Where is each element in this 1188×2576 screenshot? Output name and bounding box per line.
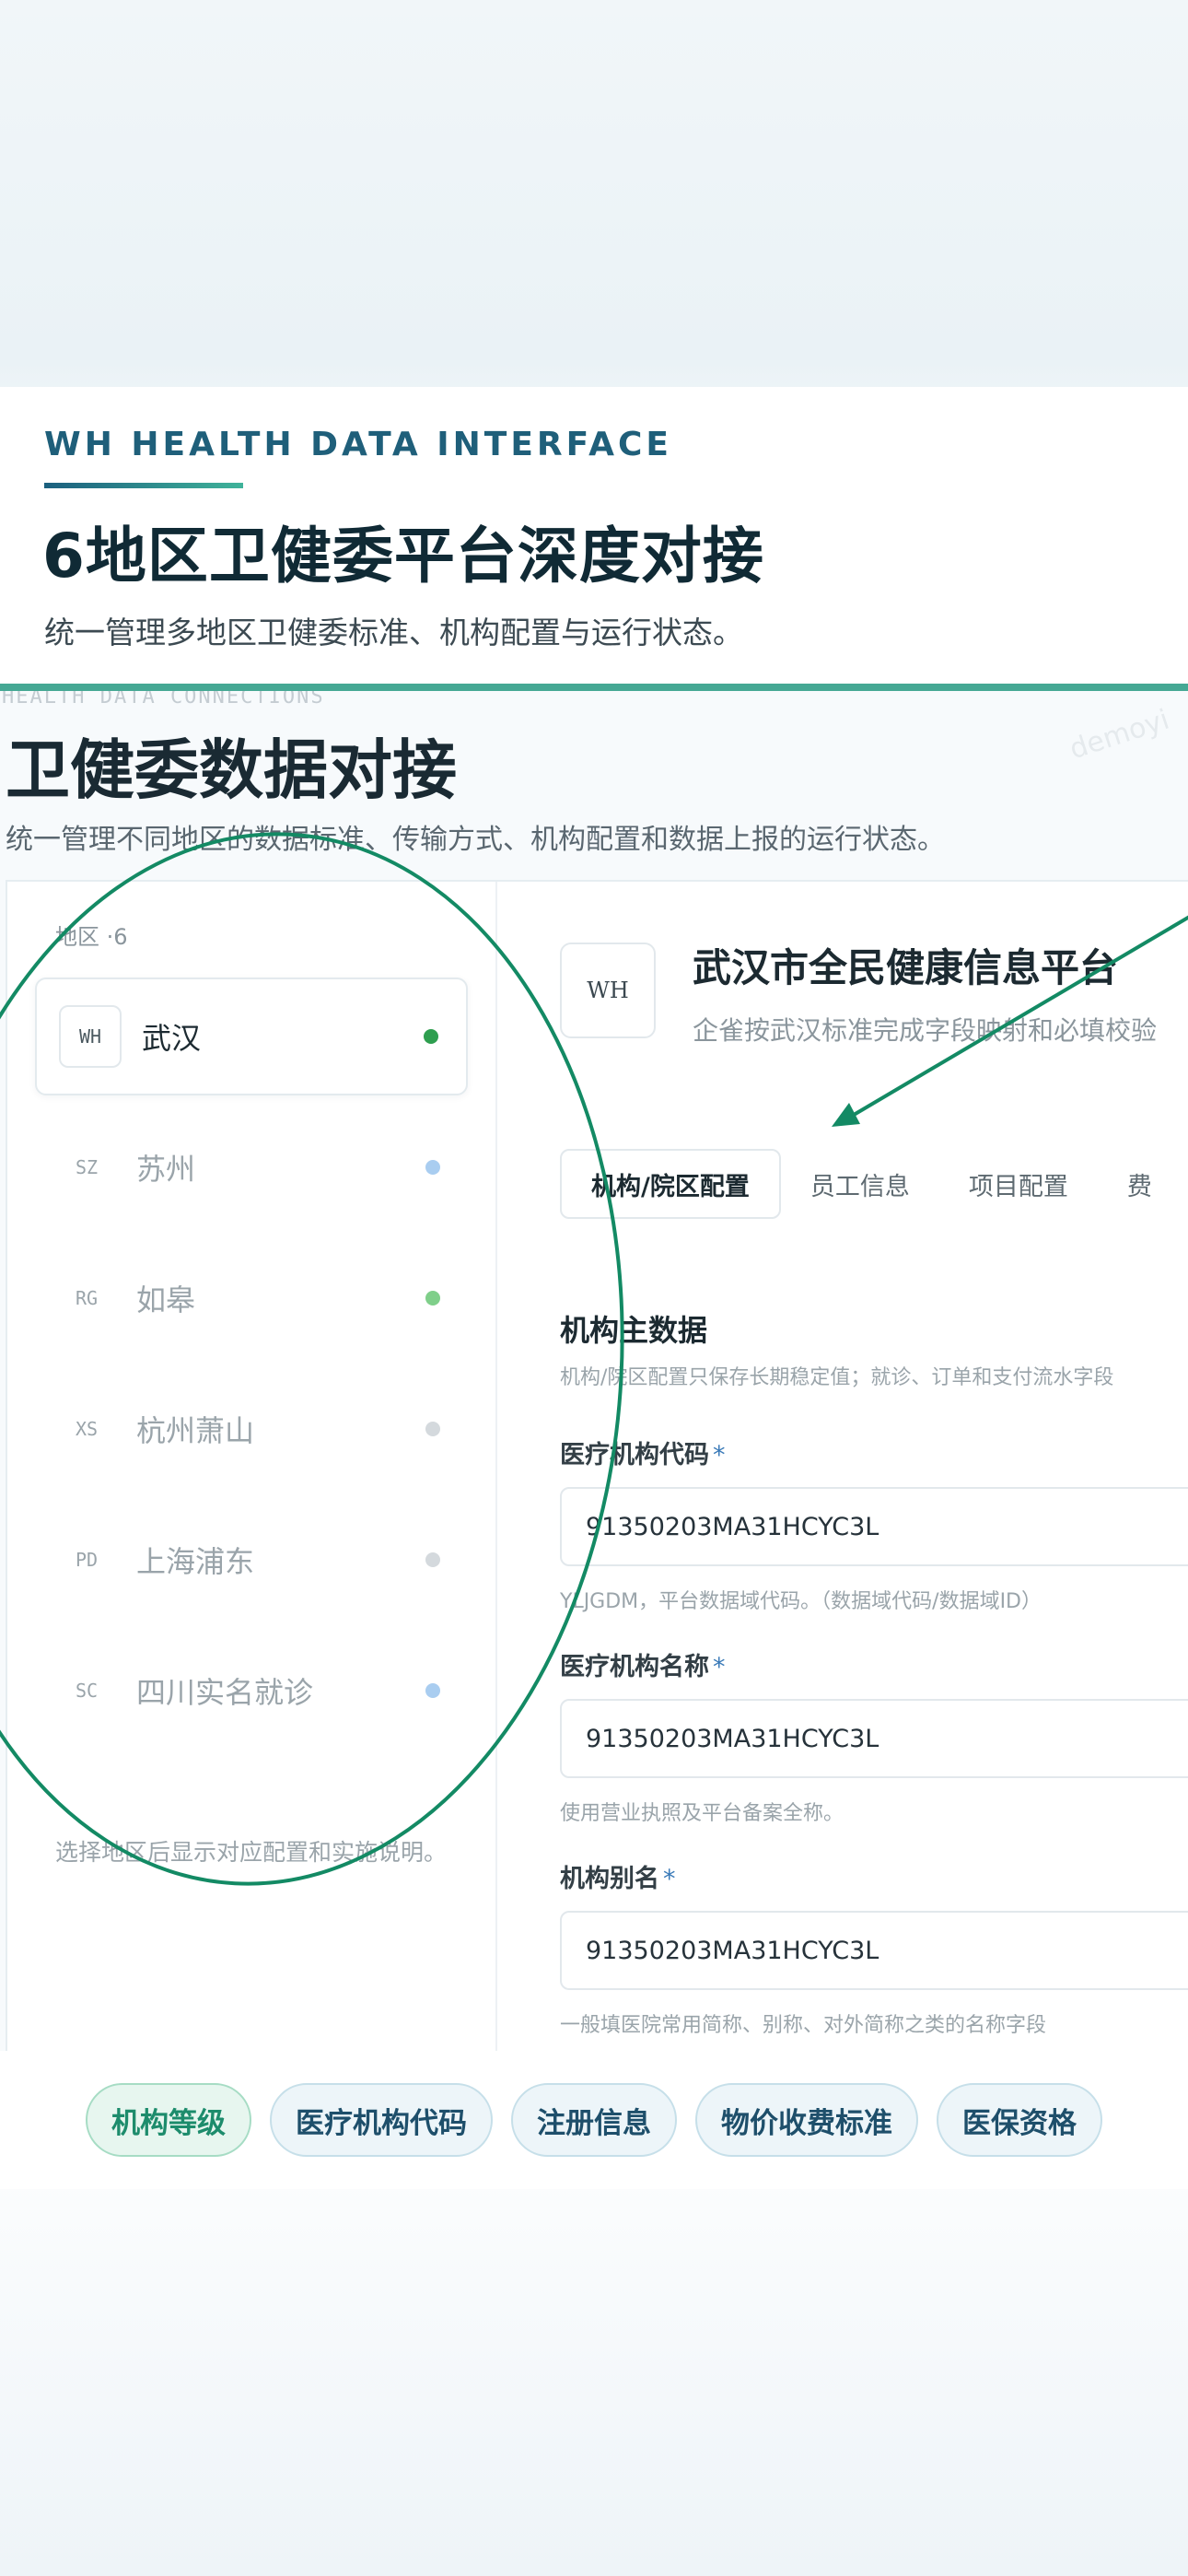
region-item-rugao[interactable]: RG 如皋 [35, 1239, 468, 1357]
faint-header: HEALTH DATA CONNECTIONS [2, 691, 325, 708]
app-screenshot: HEALTH DATA CONNECTIONS 卫健委数据对接 统一管理不同地区… [0, 691, 1188, 2054]
required-mark: * [663, 1865, 676, 1893]
status-dot-icon [424, 1029, 438, 1044]
region-code: WH [59, 1005, 122, 1068]
chip-insurance[interactable]: 医保资格 [937, 2083, 1102, 2157]
region-name: 武汉 [142, 1021, 202, 1056]
region-name: 如皋 [136, 1282, 196, 1317]
status-dot-icon [425, 1683, 440, 1698]
section-title: 机构主数据 [560, 1313, 708, 1348]
region-code: PD [75, 1549, 99, 1571]
field-label-text: 医疗机构名称 [560, 1653, 709, 1681]
region-sidebar: 地区 ·6 WH 武汉 SZ 苏州 RG 如皋 XS 杭州萧山 PD 上海浦东 … [7, 882, 497, 2051]
chip-registration[interactable]: 注册信息 [511, 2083, 677, 2157]
config-tabs: 机构/院区配置 员工信息 项目配置 费 [560, 1149, 1182, 1219]
region-name: 上海浦东 [136, 1544, 255, 1579]
region-item-wuhan[interactable]: WH 武汉 [35, 978, 468, 1095]
field-label-text: 机构别名 [560, 1865, 659, 1893]
field-label-org-code: 医疗机构代码 * [560, 1434, 726, 1470]
status-dot-icon [425, 1291, 440, 1306]
field-hint: 一般填医院常用简称、别称、对外简称之类的名称字段 [560, 2014, 1047, 2037]
platform-title: 武汉市全民健康信息平台 [693, 945, 1119, 990]
region-code: SZ [75, 1156, 99, 1178]
tab-fees[interactable]: 费 [1098, 1149, 1182, 1219]
status-dot-icon [425, 1160, 440, 1175]
region-code: XS [75, 1418, 99, 1440]
region-footer-note: 选择地区后显示对应配置和实施说明。 [55, 1839, 448, 1866]
org-code-input[interactable]: 91350203MA31HCYC3L [560, 1487, 1188, 1566]
required-mark: * [713, 1441, 726, 1469]
org-name-input[interactable]: 91350203MA31HCYC3L [560, 1699, 1188, 1778]
hero-title: 6地区卫健委平台深度对接 [42, 521, 764, 591]
platform-subtitle: 企雀按武汉标准完成字段映射和必填校验 [693, 1015, 1158, 1046]
detail-pane: WH 武汉市全民健康信息平台 企雀按武汉标准完成字段映射和必填校验 机构/院区配… [495, 882, 1188, 2051]
eyebrow-underline [44, 483, 243, 488]
field-label-org-name: 医疗机构名称 * [560, 1646, 726, 1682]
region-item-pudong[interactable]: PD 上海浦东 [35, 1501, 468, 1619]
region-name: 苏州 [136, 1152, 196, 1187]
section-note: 机构/院区配置只保存长期稳定值；就诊、订单和支付流水字段 [560, 1366, 1114, 1389]
content-panel: 地区 ·6 WH 武汉 SZ 苏州 RG 如皋 XS 杭州萧山 PD 上海浦东 … [6, 880, 1188, 2051]
region-item-suzhou[interactable]: SZ 苏州 [35, 1108, 468, 1226]
chip-pricing[interactable]: 物价收费标准 [695, 2083, 918, 2157]
field-hint: YLJGDM，平台数据域代码。（数据域代码/数据域ID） [560, 1590, 1042, 1613]
field-hint: 使用营业执照及平台备案全称。 [560, 1802, 844, 1825]
eyebrow-label: WH HEALTH DATA INTERFACE [44, 426, 672, 463]
hero-divider [0, 684, 1188, 691]
region-badge: WH [560, 943, 656, 1038]
status-dot-icon [425, 1552, 440, 1567]
tab-staff[interactable]: 员工信息 [781, 1149, 939, 1219]
region-code: SC [75, 1680, 99, 1702]
tab-items[interactable]: 项目配置 [939, 1149, 1098, 1219]
region-name: 杭州萧山 [136, 1413, 255, 1448]
watermark: demoyi [1066, 703, 1173, 767]
field-label-text: 医疗机构代码 [560, 1441, 709, 1469]
chip-org-level[interactable]: 机构等级 [86, 2083, 251, 2157]
page-subtitle: 统一管理不同地区的数据标准、传输方式、机构配置和数据上报的运行状态。 [6, 824, 945, 856]
tab-org-config[interactable]: 机构/院区配置 [560, 1149, 781, 1219]
region-code: RG [75, 1287, 99, 1309]
region-item-xiaoshan[interactable]: XS 杭州萧山 [35, 1370, 468, 1488]
org-alias-input[interactable]: 91350203MA31HCYC3L [560, 1911, 1188, 1990]
field-label-org-alias: 机构别名 * [560, 1858, 676, 1894]
region-item-sichuan[interactable]: SC 四川实名就诊 [35, 1632, 468, 1750]
region-name: 四川实名就诊 [136, 1675, 314, 1710]
hero-subtitle: 统一管理多地区卫健委标准、机构配置与运行状态。 [44, 615, 743, 650]
page-title: 卫健委数据对接 [6, 732, 457, 808]
chip-org-code[interactable]: 医疗机构代码 [270, 2083, 493, 2157]
required-mark: * [713, 1653, 726, 1681]
status-dot-icon [425, 1422, 440, 1436]
region-count: 地区 ·6 [55, 924, 128, 950]
feature-chips: 机构等级 医疗机构代码 注册信息 物价收费标准 医保资格 [0, 2051, 1188, 2189]
